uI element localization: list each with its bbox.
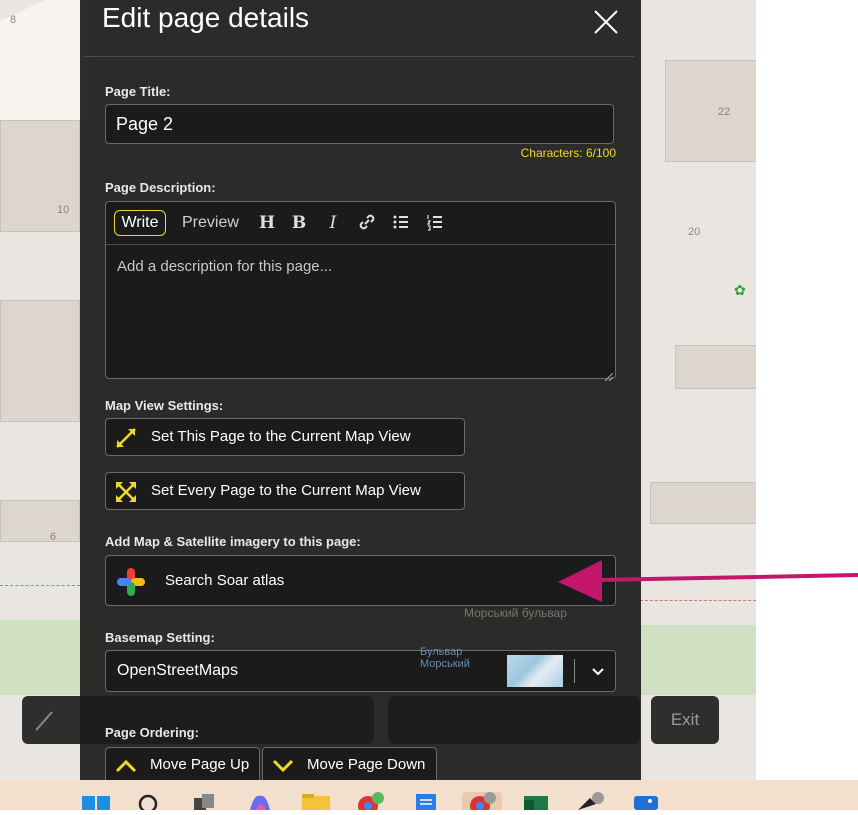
excel-icon[interactable]	[522, 792, 550, 810]
windows-start-icon[interactable]	[82, 792, 110, 810]
page-description-label: Page Description:	[105, 180, 216, 195]
move-page-up-button[interactable]: Move Page Up	[105, 747, 260, 780]
building-number: 10	[57, 204, 70, 216]
set-every-page-view-label: Set Every Page to the Current Map View	[151, 482, 421, 499]
select-separator	[574, 659, 575, 683]
file-explorer-icon[interactable]	[302, 792, 330, 810]
resize-handle-icon[interactable]	[604, 368, 614, 382]
move-page-down-label: Move Page Down	[307, 756, 426, 773]
tab-write[interactable]: Write	[114, 210, 166, 236]
map-building	[675, 345, 756, 389]
chevron-down-icon[interactable]	[586, 659, 610, 683]
search-icon[interactable]	[134, 792, 162, 814]
chrome-active-icon[interactable]	[462, 792, 502, 815]
numbered-list-icon[interactable]	[424, 212, 446, 238]
building-number: 6	[50, 531, 57, 543]
chevron-up-icon	[114, 754, 138, 778]
annotation-arrow-icon	[558, 560, 858, 602]
set-every-page-view-button[interactable]: Set Every Page to the Current Map View	[105, 472, 465, 510]
basemap-select[interactable]: OpenStreetMaps	[105, 650, 616, 692]
tab-preview[interactable]: Preview	[182, 210, 239, 236]
move-page-down-button[interactable]: Move Page Down	[262, 747, 437, 780]
imagery-label: Add Map & Satellite imagery to this page…	[105, 534, 361, 549]
basemap-setting-label: Basemap Setting:	[105, 630, 215, 645]
expand-all-icon	[114, 480, 138, 504]
chrome-profile-icon[interactable]	[356, 792, 384, 815]
map-building	[650, 482, 756, 524]
street-label: Морський бульвар	[464, 606, 567, 620]
map-green-area	[640, 625, 756, 695]
page-title-label: Page Title:	[105, 84, 171, 99]
chevron-down-icon	[271, 754, 295, 778]
move-page-up-label: Move Page Up	[150, 756, 250, 773]
title-divider	[83, 56, 634, 57]
bold-button[interactable]: B	[288, 212, 310, 234]
character-count: Characters: 6/100	[520, 146, 616, 160]
copilot-icon[interactable]	[246, 792, 274, 810]
page-ordering-label: Page Ordering:	[105, 725, 199, 740]
bulleted-list-icon[interactable]	[390, 212, 412, 238]
building-number: 8	[10, 14, 17, 26]
task-view-icon[interactable]	[190, 792, 218, 810]
set-this-page-view-button[interactable]: Set This Page to the Current Map View	[105, 418, 465, 456]
map-building	[0, 500, 80, 542]
basemap-thumbnail	[507, 655, 563, 687]
heading-button[interactable]: H	[256, 212, 278, 234]
basemap-selected-value: OpenStreetMaps	[117, 662, 238, 679]
soar-logo-icon	[116, 567, 146, 597]
blank-area	[756, 0, 858, 780]
windows-taskbar	[0, 780, 858, 815]
map-green-area	[0, 620, 80, 695]
app-icon[interactable]	[576, 792, 604, 810]
map-tree-icon: ✿	[734, 282, 746, 298]
notepad-icon[interactable]	[412, 792, 440, 810]
search-soar-atlas-button[interactable]: Search Soar atlas	[105, 555, 616, 606]
exit-button[interactable]: Exit	[651, 696, 719, 744]
map-view-settings-label: Map View Settings:	[105, 398, 224, 413]
set-this-page-view-label: Set This Page to the Current Map View	[151, 428, 411, 445]
transit-stop-label: Бульвар Морський	[420, 646, 470, 670]
close-icon[interactable]	[592, 8, 620, 36]
description-textarea[interactable]: Add a description for this page...	[117, 258, 332, 275]
modal-title: Edit page details	[102, 2, 310, 33]
brush-icon[interactable]	[32, 706, 60, 734]
photos-icon[interactable]	[632, 792, 660, 810]
map-building	[665, 60, 756, 162]
page-title-input[interactable]: Page 2	[105, 104, 614, 144]
description-editor: Write Preview H B I Add a description fo…	[105, 201, 616, 382]
link-icon[interactable]	[356, 212, 378, 238]
map-building	[0, 300, 80, 422]
edit-page-modal: Edit page details Page Title: Page 2 Cha…	[80, 0, 641, 780]
editor-toolbar: Write Preview H B I	[106, 202, 615, 245]
building-number: 22	[718, 106, 731, 118]
expand-arrows-icon	[114, 426, 138, 450]
italic-button[interactable]: I	[322, 212, 344, 234]
map-boundary	[0, 585, 80, 586]
building-number: 20	[688, 226, 701, 238]
search-soar-atlas-label: Search Soar atlas	[165, 572, 285, 589]
